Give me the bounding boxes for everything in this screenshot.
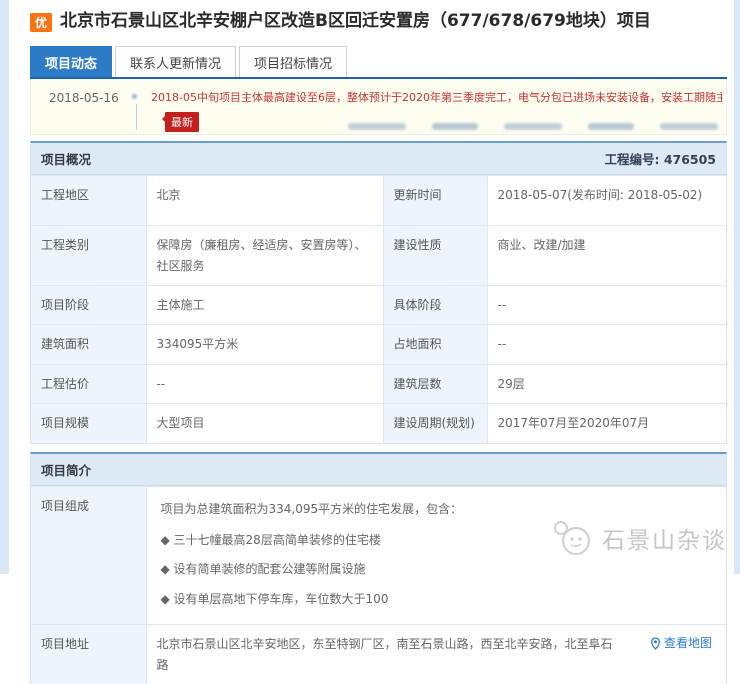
- timeline-line: [136, 104, 137, 130]
- table-row: 工程地区 北京 更新时间 2018-05-07(发布时间: 2018-05-02…: [31, 176, 726, 226]
- row-label: 具体阶段: [383, 286, 487, 325]
- overview-table: 工程地区 北京 更新时间 2018-05-07(发布时间: 2018-05-02…: [31, 175, 726, 442]
- row-label: 项目规模: [31, 404, 146, 443]
- main-content: 优 北京市石景山区北辛安棚户区改造B区回迁安置房（677/678/679地块）项…: [30, 0, 727, 684]
- row-value: 北京: [146, 176, 383, 226]
- row-label: 项目阶段: [31, 286, 146, 325]
- page-right-margin: [734, 0, 740, 574]
- row-value: 商业、改建/加建: [487, 226, 726, 286]
- row-value: 主体施工: [146, 286, 383, 325]
- row-label: 建筑层数: [383, 364, 487, 403]
- address-cell: 北京市石景山区北辛安地区，东至特钢厂区，南至石景山路，西至北辛安路，北至阜石路 …: [146, 625, 726, 684]
- row-value: --: [487, 286, 726, 325]
- composition-cell: 项目为总建筑面积为334,095平方米的住宅发展，包含： ◆ 三十七幢最高28层…: [146, 486, 726, 625]
- tab-bar: 项目动态 联系人更新情况 项目招标情况: [30, 46, 727, 79]
- tab-contact-updates[interactable]: 联系人更新情况: [115, 46, 236, 77]
- row-value: 29层: [487, 364, 726, 403]
- table-row: 建筑面积 334095平方米 占地面积 --: [31, 325, 726, 364]
- row-value: 2017年07月至2020年07月: [487, 404, 726, 443]
- row-value: --: [487, 325, 726, 364]
- row-value: 2018-05-07(发布时间: 2018-05-02): [487, 176, 726, 226]
- table-row: 工程估价 -- 建筑层数 29层: [31, 364, 726, 403]
- project-intro-section: 项目简介 项目组成 项目为总建筑面积为334,095平方米的住宅发展，包含： ◆…: [30, 452, 727, 684]
- page-title: 北京市石景山区北辛安棚户区改造B区回迁安置房（677/678/679地块）项目: [60, 11, 651, 32]
- timeline: [127, 90, 151, 130]
- project-code: 工程编号: 476505: [604, 149, 716, 168]
- tab-project-updates[interactable]: 项目动态: [30, 46, 112, 77]
- composition-item: ◆ 设有单层高地下停车库，车位数大于100: [161, 589, 713, 609]
- row-label: 项目组成: [31, 486, 146, 625]
- project-overview-section: 项目概况 工程编号: 476505 工程地区 北京 更新时间 2018-05-0…: [30, 141, 727, 443]
- row-value: 334095平方米: [146, 325, 383, 364]
- row-label: 建筑面积: [31, 325, 146, 364]
- grade-badge: 优: [30, 13, 52, 32]
- intro-title: 项目简介: [41, 460, 91, 479]
- row-value: --: [146, 364, 383, 403]
- intro-table: 项目组成 项目为总建筑面积为334,095平方米的住宅发展，包含： ◆ 三十七幢…: [31, 486, 726, 684]
- row-label: 项目地址: [31, 625, 146, 684]
- blurred-links-row: [348, 123, 718, 130]
- overview-title: 项目概况: [41, 149, 91, 168]
- news-date: 2018-05-16: [49, 90, 127, 105]
- row-value: 保障房（廉租房、经适房、安置房等）、社区服务: [146, 226, 383, 286]
- row-label: 建设周期(规划): [383, 404, 487, 443]
- project-code-value: 476505: [664, 152, 716, 167]
- table-row: 项目地址 北京市石景山区北辛安地区，东至特钢厂区，南至石景山路，西至北辛安路，北…: [31, 625, 726, 684]
- timeline-dot-icon: [131, 93, 138, 100]
- map-pin-icon: [650, 637, 661, 650]
- news-text: 2018-05中旬项目主体最高建设至6层，整体预计于2020年第三季度完工，电气…: [151, 90, 722, 107]
- news-panel: 2018-05-16 2018-05中旬项目主体最高建设至6层，整体预计于202…: [30, 79, 727, 135]
- latest-badge: 最新: [165, 112, 199, 132]
- row-label: 工程地区: [31, 176, 146, 226]
- title-bar: 优 北京市石景山区北辛安棚户区改造B区回迁安置房（677/678/679地块）项…: [30, 0, 727, 32]
- composition-item: ◆ 三十七幢最高28层高简单装修的住宅楼: [161, 530, 713, 550]
- view-map-link[interactable]: 查看地图: [650, 633, 712, 653]
- row-label: 更新时间: [383, 176, 487, 226]
- overview-header: 项目概况 工程编号: 476505: [31, 143, 726, 175]
- tab-bidding-info[interactable]: 项目招标情况: [239, 46, 347, 77]
- composition-item: ◆ 设有简单装修的配套公建等附属设施: [161, 559, 713, 579]
- table-row: 项目阶段 主体施工 具体阶段 --: [31, 286, 726, 325]
- row-label: 工程类别: [31, 226, 146, 286]
- row-label: 占地面积: [383, 325, 487, 364]
- view-map-label: 查看地图: [664, 633, 712, 653]
- page-left-margin: [0, 0, 9, 574]
- composition-intro: 项目为总建筑面积为334,095平方米的住宅发展，包含：: [161, 499, 713, 519]
- row-label: 建设性质: [383, 226, 487, 286]
- row-value: 大型项目: [146, 404, 383, 443]
- table-row: 项目组成 项目为总建筑面积为334,095平方米的住宅发展，包含： ◆ 三十七幢…: [31, 486, 726, 625]
- intro-header: 项目简介: [31, 454, 726, 486]
- project-code-label: 工程编号:: [604, 152, 659, 167]
- table-row: 工程类别 保障房（廉租房、经适房、安置房等）、社区服务 建设性质 商业、改建/加…: [31, 226, 726, 286]
- table-row: 项目规模 大型项目 建设周期(规划) 2017年07月至2020年07月: [31, 404, 726, 443]
- row-label: 工程估价: [31, 364, 146, 403]
- address-value: 北京市石景山区北辛安地区，东至特钢厂区，南至石景山路，西至北辛安路，北至阜石路: [157, 637, 613, 671]
